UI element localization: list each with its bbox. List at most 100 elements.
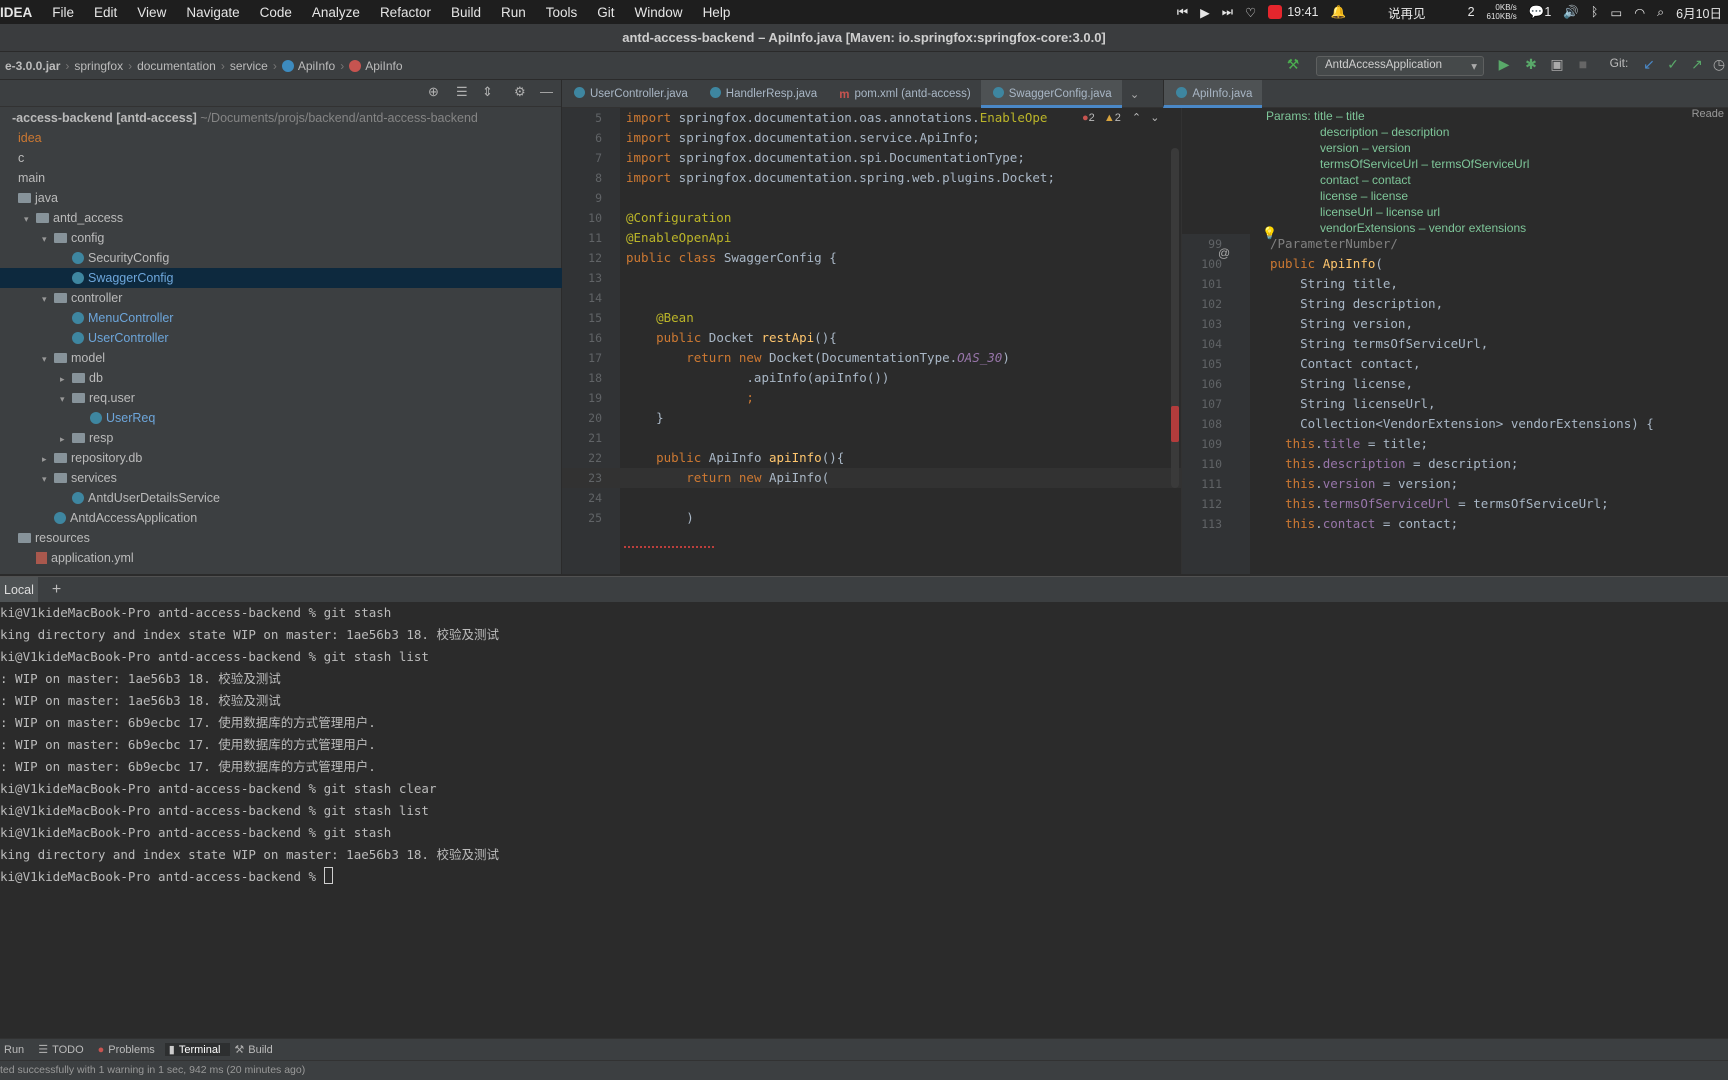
tree-item[interactable]: ▸ repository.db bbox=[0, 448, 562, 468]
terminal-tab-local[interactable]: Local bbox=[0, 576, 38, 603]
notification-badge[interactable]: 2 bbox=[1468, 5, 1475, 19]
collapse-all-icon[interactable]: ⇕ bbox=[482, 84, 493, 100]
media-prev-icon[interactable]: ⏮ bbox=[1177, 5, 1188, 20]
tool-todo[interactable]: ☰ TODO bbox=[34, 1043, 93, 1056]
reader-mode-label[interactable]: Reade bbox=[1692, 108, 1724, 120]
breadcrumb-item[interactable]: documentation bbox=[132, 59, 221, 73]
tree-item[interactable]: SwaggerConfig bbox=[0, 268, 562, 288]
breadcrumb-item[interactable]: ApiInfo bbox=[344, 59, 407, 73]
menu-tools[interactable]: Tools bbox=[536, 5, 588, 20]
tree-item[interactable]: resources bbox=[0, 528, 562, 548]
menu-code[interactable]: Code bbox=[250, 5, 302, 20]
tree-expand-arrow[interactable]: ▾ bbox=[42, 469, 54, 489]
tree-item[interactable]: c bbox=[0, 148, 562, 168]
menu-edit[interactable]: Edit bbox=[84, 5, 127, 20]
breadcrumb-item[interactable]: ApiInfo bbox=[277, 59, 340, 73]
new-terminal-tab-icon[interactable]: + bbox=[52, 581, 61, 599]
coverage-icon[interactable]: ▣ bbox=[1548, 56, 1566, 73]
menu-analyze[interactable]: Analyze bbox=[302, 5, 370, 20]
tree-item[interactable]: -access-backend [antd-access] ~/Document… bbox=[0, 108, 562, 128]
tool-run[interactable]: Run bbox=[0, 1044, 34, 1056]
editor-tab[interactable]: UserController.java bbox=[562, 80, 698, 108]
volume-icon[interactable]: 🔊 bbox=[1563, 5, 1579, 20]
breadcrumb-item[interactable]: service bbox=[225, 59, 273, 73]
terminal-output[interactable]: ki@V1kideMacBook-Pro antd-access-backend… bbox=[0, 602, 1728, 1038]
tree-expand-arrow[interactable]: ▸ bbox=[42, 449, 54, 469]
tree-expand-arrow[interactable]: ▸ bbox=[60, 369, 72, 389]
debug-icon[interactable]: ✱ bbox=[1522, 56, 1540, 73]
menu-git[interactable]: Git bbox=[587, 5, 624, 20]
tree-expand-arrow[interactable]: ▾ bbox=[42, 289, 54, 309]
tree-expand-arrow[interactable]: ▾ bbox=[24, 209, 36, 229]
next-highlight-icon[interactable]: ⌄ bbox=[1150, 112, 1159, 124]
minimize-icon[interactable]: — bbox=[540, 84, 553, 99]
search-icon[interactable]: ⌕ bbox=[1657, 5, 1664, 20]
git-history-icon[interactable]: ◷ bbox=[1710, 56, 1728, 73]
tree-item[interactable]: main bbox=[0, 168, 562, 188]
menu-help[interactable]: Help bbox=[693, 5, 741, 20]
tree-item[interactable]: UserReq bbox=[0, 408, 562, 428]
tool-problems[interactable]: ● Problems bbox=[94, 1044, 165, 1056]
tree-item[interactable]: ▸ resp bbox=[0, 428, 562, 448]
menu-refactor[interactable]: Refactor bbox=[370, 5, 441, 20]
menu-build[interactable]: Build bbox=[441, 5, 491, 20]
tree-expand-arrow[interactable]: ▾ bbox=[42, 349, 54, 369]
editor-tab[interactable]: SwaggerConfig.java bbox=[980, 79, 1122, 108]
prev-highlight-icon[interactable]: ⌃ bbox=[1132, 112, 1141, 124]
date-label[interactable]: 6月10日 bbox=[1676, 3, 1722, 22]
menu-window[interactable]: Window bbox=[625, 5, 693, 20]
tabs-dropdown-icon[interactable]: ⌄ bbox=[1122, 87, 1148, 101]
git-commit-icon[interactable]: ✓ bbox=[1664, 56, 1682, 73]
tree-expand-arrow[interactable]: ▾ bbox=[42, 229, 54, 249]
git-push-icon[interactable]: ↗ bbox=[1688, 56, 1706, 73]
tool-build[interactable]: ⚒ Build bbox=[230, 1043, 282, 1056]
bulb-icon[interactable]: 💡 bbox=[1262, 226, 1277, 240]
tree-expand-arrow[interactable]: ▸ bbox=[60, 429, 72, 449]
tool-terminal[interactable]: ▮ Terminal bbox=[164, 1043, 231, 1056]
locate-icon[interactable]: ⊕ bbox=[428, 84, 439, 100]
tree-item[interactable]: AntdUserDetailsService bbox=[0, 488, 562, 508]
heart-icon[interactable]: ♡ bbox=[1245, 5, 1256, 20]
menu-run[interactable]: Run bbox=[491, 5, 536, 20]
editor-tab[interactable]: HandlerResp.java bbox=[698, 80, 827, 108]
gear-icon[interactable]: ⚙ bbox=[514, 84, 526, 100]
git-update-icon[interactable]: ↙ bbox=[1640, 56, 1658, 73]
menu-view[interactable]: View bbox=[127, 5, 176, 20]
editor-apiinfo[interactable]: Params: title – title description – descr… bbox=[1182, 108, 1728, 574]
media-play-icon[interactable]: ▶ bbox=[1200, 5, 1210, 20]
app-menu[interactable]: IDEA bbox=[0, 5, 42, 20]
recording-indicator[interactable]: 19:41 bbox=[1268, 5, 1318, 19]
tree-expand-arrow[interactable]: ▾ bbox=[60, 389, 72, 409]
tree-item[interactable]: SecurityConfig bbox=[0, 248, 562, 268]
bell-icon[interactable]: 🔔 bbox=[1330, 5, 1346, 20]
editor-tab[interactable]: m pom.xml (antd-access) bbox=[827, 80, 981, 108]
editor-tab[interactable]: ApiInfo.java bbox=[1163, 79, 1263, 108]
run-icon[interactable]: ▶ bbox=[1495, 56, 1513, 73]
tree-item[interactable]: AntdAccessApplication bbox=[0, 508, 562, 528]
expand-all-icon[interactable]: ☰ bbox=[456, 84, 468, 100]
build-hammer-icon[interactable]: ⚒ bbox=[1284, 56, 1302, 73]
tree-item[interactable]: java bbox=[0, 188, 562, 208]
error-stripe-marker[interactable] bbox=[1171, 406, 1179, 442]
media-next-icon[interactable]: ⏭ bbox=[1222, 5, 1233, 20]
tree-item[interactable]: ▾ services bbox=[0, 468, 562, 488]
wechat-icon[interactable]: 💬1 bbox=[1529, 5, 1552, 20]
tree-item[interactable]: idea bbox=[0, 128, 562, 148]
breadcrumb-item[interactable]: springfox bbox=[69, 59, 128, 73]
tree-item[interactable]: application.yml bbox=[0, 548, 562, 568]
menu-file[interactable]: File bbox=[42, 5, 84, 20]
tree-item[interactable]: UserController bbox=[0, 328, 562, 348]
stop-icon[interactable]: ■ bbox=[1574, 56, 1592, 72]
tree-item[interactable]: ▾ model bbox=[0, 348, 562, 368]
run-config-select[interactable]: AntdAccessApplication bbox=[1316, 56, 1484, 76]
tree-item[interactable]: MenuController bbox=[0, 308, 562, 328]
breadcrumb-item[interactable]: e-3.0.0.jar bbox=[0, 59, 65, 73]
editor-swaggerconfig[interactable]: 5 import springfox.documentation.oas.anno… bbox=[562, 108, 1182, 574]
tree-item[interactable]: ▾ controller bbox=[0, 288, 562, 308]
tree-item[interactable]: ▾ config bbox=[0, 228, 562, 248]
battery-icon[interactable]: ▭ bbox=[1610, 5, 1622, 20]
tree-item[interactable]: ▾ antd_access bbox=[0, 208, 562, 228]
bluetooth-icon[interactable]: ᛒ bbox=[1591, 5, 1599, 19]
tree-item[interactable]: ▾ req.user bbox=[0, 388, 562, 408]
wifi-icon[interactable]: ◠ bbox=[1634, 5, 1645, 20]
